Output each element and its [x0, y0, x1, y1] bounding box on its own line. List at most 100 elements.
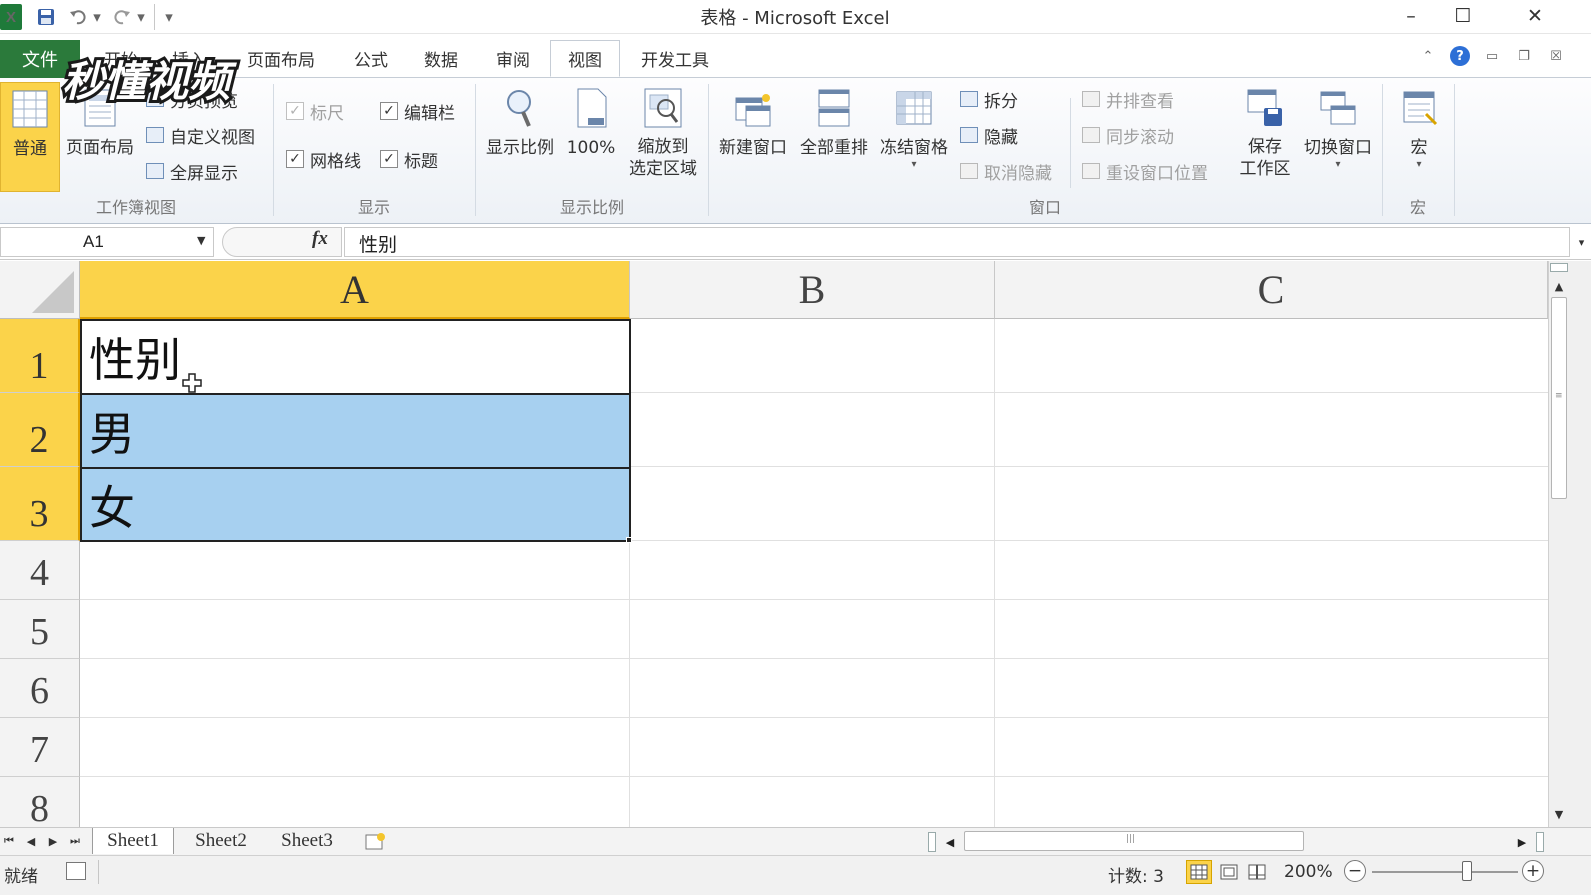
split-button[interactable]: 拆分: [960, 86, 1018, 112]
worksheet-grid[interactable]: A B C 1 2 3 4 5 6 7 8 性别 男 女: [0, 261, 1548, 827]
unhide-window-button[interactable]: 取消隐藏: [960, 158, 1052, 184]
freeze-panes-button[interactable]: 冻结窗格 ▾: [876, 82, 952, 170]
tab-view[interactable]: 视图: [550, 40, 620, 77]
headings-checkbox[interactable]: ✓ 标题: [380, 146, 438, 172]
normal-view-status-button[interactable]: [1186, 860, 1212, 884]
full-screen-button[interactable]: 全屏显示: [146, 158, 238, 184]
expand-formula-bar-icon[interactable]: ▾: [1572, 227, 1591, 257]
zoom-in-button[interactable]: +: [1522, 860, 1544, 882]
undo-icon[interactable]: [68, 4, 88, 30]
last-sheet-icon[interactable]: ⏭: [66, 832, 84, 850]
tab-review[interactable]: 审阅: [486, 42, 540, 74]
custom-views-icon: [146, 127, 164, 143]
new-window-button[interactable]: 新建窗口: [714, 82, 792, 160]
insert-function-icon[interactable]: fx: [312, 228, 328, 250]
formula-bar-checkbox[interactable]: ✓ 编辑栏: [380, 98, 455, 124]
reset-window-position-button[interactable]: 重设窗口位置: [1082, 158, 1208, 184]
zoom-slider-track[interactable]: [1372, 871, 1518, 873]
workbook-close-icon[interactable]: ☒: [1546, 46, 1566, 66]
gridlines-checkbox[interactable]: ✓ 网格线: [286, 146, 361, 172]
insert-sheet-icon[interactable]: [362, 831, 388, 851]
sheet-tab-sheet3[interactable]: Sheet3: [266, 828, 348, 854]
undo-dropdown-icon[interactable]: ▾: [92, 4, 102, 30]
page-layout-status-button[interactable]: [1216, 860, 1242, 884]
page-break-status-button[interactable]: [1244, 860, 1270, 884]
normal-view-button[interactable]: 普通: [0, 82, 60, 192]
sheet-tab-sheet2[interactable]: Sheet2: [180, 828, 262, 854]
magnifier-icon: [507, 90, 531, 127]
name-box-dropdown-icon[interactable]: ▼: [197, 234, 205, 247]
row-header-6[interactable]: 6: [0, 659, 80, 718]
workbook-restore-icon[interactable]: ❐: [1514, 46, 1534, 66]
redo-dropdown-icon[interactable]: ▾: [136, 4, 146, 30]
first-sheet-icon[interactable]: ⏮: [0, 832, 18, 850]
macros-button[interactable]: 宏 ▾: [1390, 82, 1448, 170]
gridline: [80, 658, 1548, 659]
customize-quick-access-icon[interactable]: ▾: [162, 4, 176, 30]
scroll-left-icon[interactable]: ◀: [942, 832, 958, 852]
vertical-scrollbar[interactable]: ▲ ≡ ▼: [1548, 261, 1569, 827]
row-header-1[interactable]: 1: [0, 319, 80, 393]
zoom-out-button[interactable]: −: [1344, 860, 1366, 882]
workbook-minimize-icon[interactable]: ▭: [1482, 46, 1502, 66]
redo-icon[interactable]: [112, 4, 132, 30]
tab-formulas[interactable]: 公式: [344, 42, 398, 74]
help-icon[interactable]: ?: [1450, 46, 1470, 66]
zoom-to-selection-button[interactable]: 缩放到 选定区域: [622, 82, 704, 180]
switch-windows-button[interactable]: 切换窗口 ▾: [1298, 82, 1378, 170]
cell-a1[interactable]: 性别: [81, 320, 630, 393]
custom-views-button[interactable]: 自定义视图: [146, 122, 255, 148]
scroll-down-icon[interactable]: ▼: [1549, 805, 1569, 823]
horizontal-split-box[interactable]: [928, 832, 936, 852]
column-header-c[interactable]: C: [995, 261, 1548, 319]
sheet-tab-sheet1[interactable]: Sheet1: [92, 828, 174, 854]
freeze-panes-icon: [896, 91, 932, 125]
row-header-5[interactable]: 5: [0, 600, 80, 659]
macro-record-icon[interactable]: [66, 862, 86, 880]
cell-cursor-icon: [182, 373, 202, 393]
cell-a2[interactable]: 男: [81, 393, 630, 467]
maximize-button[interactable]: ☐: [1440, 0, 1486, 32]
formula-input[interactable]: 性别: [344, 227, 1570, 257]
save-workspace-icon: [1247, 89, 1282, 126]
save-icon[interactable]: [36, 4, 56, 30]
minimize-button[interactable]: –: [1388, 0, 1434, 32]
vertical-split-box[interactable]: [1550, 263, 1568, 272]
row-header-8[interactable]: 8: [0, 777, 80, 827]
previous-sheet-icon[interactable]: ◀: [22, 832, 40, 850]
zoom-slider-thumb[interactable]: [1462, 861, 1472, 881]
column-header-b[interactable]: B: [630, 261, 995, 319]
scroll-up-icon[interactable]: ▲: [1549, 277, 1569, 295]
next-sheet-icon[interactable]: ▶: [44, 832, 62, 850]
status-count: 计数: 3: [1108, 867, 1164, 887]
fill-handle[interactable]: [626, 537, 632, 543]
name-box[interactable]: A1 ▼: [0, 227, 214, 257]
formula-bar-check-icon: ✓: [380, 102, 398, 120]
view-side-by-side-button[interactable]: 并排查看: [1082, 86, 1174, 112]
scroll-right-icon[interactable]: ▶: [1514, 832, 1530, 852]
status-ready: 就绪: [4, 867, 38, 887]
excel-app-icon[interactable]: X: [0, 4, 22, 30]
select-all-corner[interactable]: [0, 261, 80, 319]
hide-window-button[interactable]: 隐藏: [960, 122, 1018, 148]
row-header-4[interactable]: 4: [0, 541, 80, 600]
synchronous-scrolling-button[interactable]: 同步滚动: [1082, 122, 1174, 148]
cell-a3[interactable]: 女: [81, 467, 630, 541]
zoom-to-selection-icon: [644, 88, 682, 128]
tab-developer[interactable]: 开发工具: [630, 42, 720, 74]
row-header-7[interactable]: 7: [0, 718, 80, 777]
tab-data[interactable]: 数据: [414, 42, 468, 74]
row-header-3[interactable]: 3: [0, 467, 80, 541]
column-header-a[interactable]: A: [80, 261, 630, 319]
zoom-level[interactable]: 200%: [1284, 862, 1333, 882]
zoom-button[interactable]: 显示比例: [482, 82, 558, 160]
row-header-2[interactable]: 2: [0, 393, 80, 467]
horizontal-scroll-end-box[interactable]: [1536, 832, 1544, 852]
zoom-100-button[interactable]: 100%: [562, 82, 620, 160]
save-workspace-button[interactable]: 保存 工作区: [1234, 82, 1296, 180]
minimize-ribbon-icon[interactable]: ⌃: [1418, 46, 1438, 66]
save-workspace-label-line1: 保存: [1248, 137, 1282, 157]
close-button[interactable]: ✕: [1512, 0, 1558, 32]
watermark-text: 秒懂视频: [62, 57, 237, 106]
arrange-all-button[interactable]: 全部重排: [796, 82, 872, 160]
